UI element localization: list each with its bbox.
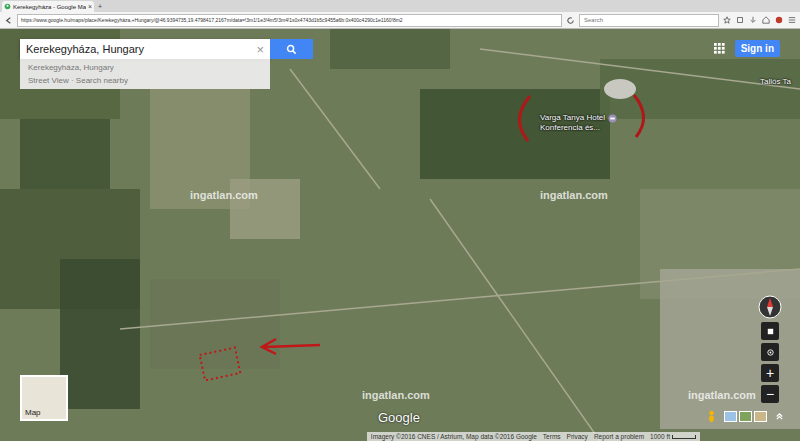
attribution-bar: Imagery ©2016 CNES / Astrium, Map data ©… — [367, 432, 700, 441]
browser-search-field[interactable]: Search — [579, 14, 719, 27]
map-controls: +− — [758, 295, 782, 403]
star-icon[interactable] — [723, 16, 731, 24]
pegman-icon[interactable] — [707, 410, 716, 423]
shield-icon[interactable] — [775, 16, 783, 24]
footer-link[interactable]: Terms — [543, 433, 561, 440]
zoom-in-button[interactable]: + — [761, 364, 779, 382]
hotel-icon — [608, 114, 617, 123]
menu-icon[interactable] — [788, 16, 796, 24]
suggestion-item[interactable]: Street View · Search nearby — [20, 74, 270, 87]
address-bar[interactable]: https://www.google.hu/maps/place/Kerekeg… — [17, 14, 562, 27]
watermark: ingatlan.com — [362, 389, 430, 401]
reload-icon[interactable] — [566, 16, 575, 25]
red-annotations — [0, 29, 800, 441]
footer-link[interactable]: Report a problem — [594, 433, 644, 440]
apps-grid-icon[interactable] — [714, 43, 725, 54]
toolbar-icons — [723, 16, 796, 24]
compass-icon[interactable] — [758, 295, 782, 319]
map-type-toggle[interactable]: Map — [20, 375, 68, 421]
tab-close-button[interactable]: × — [88, 3, 92, 10]
place-label[interactable]: Tallós Ta — [760, 77, 791, 87]
home-icon[interactable] — [762, 16, 770, 24]
expand-icon[interactable] — [775, 412, 784, 421]
navigation-bar: https://www.google.hu/maps/place/Kerekeg… — [0, 12, 800, 29]
scale-bar: 1000 ft — [650, 433, 696, 440]
zoom-out-button[interactable]: − — [761, 385, 779, 403]
watermark: ingatlan.com — [540, 189, 608, 201]
maps-favicon-icon — [4, 3, 11, 10]
magnifier-icon — [286, 44, 297, 55]
search-box[interactable]: Kerekegyháza, Hungary× — [20, 39, 270, 59]
watermark: ingatlan.com — [190, 189, 258, 201]
search-button[interactable] — [270, 39, 313, 59]
suggestion-list: Kerekegyháza, HungaryStreet View · Searc… — [20, 59, 270, 89]
satellite-map[interactable]: ingatlan.com ingatlan.com ingatlan.com inga… — [0, 29, 800, 441]
imagery-thumbnails[interactable] — [724, 411, 767, 422]
tilt-icon — [766, 327, 775, 336]
suggestion-item[interactable]: Kerekegyháza, Hungary — [20, 61, 270, 74]
back-arrow-icon[interactable] — [4, 16, 13, 25]
bookmarks-icon[interactable] — [736, 16, 744, 24]
search-panel: Kerekegyháza, Hungary×Kerekegyháza, Hung… — [20, 39, 313, 89]
watermark: ingatlan.com — [688, 389, 756, 401]
footer-link[interactable]: Privacy — [567, 433, 588, 440]
satellite-imagery — [0, 29, 800, 441]
google-logo: Google — [378, 410, 420, 425]
tilt-button[interactable] — [761, 322, 779, 340]
clear-button[interactable]: × — [256, 43, 264, 56]
account-area: Sign in — [714, 40, 780, 57]
location-icon — [766, 348, 775, 357]
sign-in-button[interactable]: Sign in — [735, 40, 780, 57]
bottom-tools — [707, 410, 784, 423]
place-label[interactable]: Varga Tanya HotelKonferencia és... — [540, 113, 617, 133]
browser-tab[interactable]: Kerekegyháza - Google Ma× — [2, 1, 94, 12]
new-tab-button[interactable]: + — [98, 3, 102, 10]
browser-window: Kerekegyháza - Google Ma× + https://www.go… — [0, 0, 800, 441]
download-icon[interactable] — [749, 16, 757, 24]
my-location-button[interactable] — [761, 343, 779, 361]
tab-bar: Kerekegyháza - Google Ma× + — [0, 0, 800, 12]
